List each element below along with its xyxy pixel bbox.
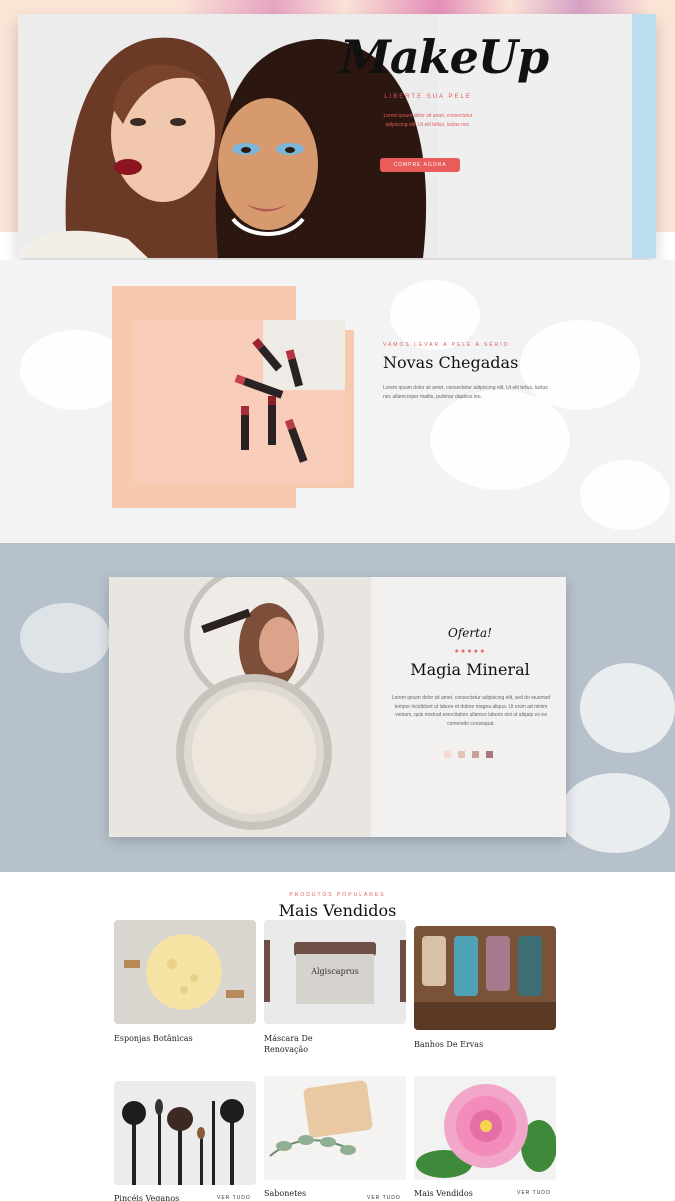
hero-logo: MakeUp xyxy=(340,30,549,84)
new-arrivals-eyebrow: VAMOS LEVAR A PELE A SÉRIO xyxy=(383,342,510,348)
product-image-soap[interactable] xyxy=(264,1076,406,1180)
shade-swatches xyxy=(444,751,493,758)
product-name[interactable]: Esponjas Botânicas xyxy=(114,1033,194,1044)
new-arrivals-title: Novas Chegadas xyxy=(383,353,519,372)
product-image-sponges[interactable] xyxy=(114,920,256,1024)
shade-swatch[interactable] xyxy=(444,751,451,758)
offer-eyebrow: Oferta! xyxy=(448,626,492,640)
product-name[interactable]: Banhos De Ervas xyxy=(414,1039,534,1050)
page: MakeUp LIBERTE SUA PELE Lorem ipsum dolo… xyxy=(0,0,675,1201)
hero-flowers-decoration xyxy=(180,0,650,14)
flower-decoration xyxy=(390,280,480,350)
flower-decoration xyxy=(580,460,670,530)
product-image-brushes[interactable] xyxy=(114,1081,256,1185)
flower-decoration xyxy=(560,773,670,853)
see-all-link[interactable]: VER TUDO xyxy=(367,1195,401,1201)
hero-tagline: LIBERTE SUA PELE xyxy=(384,94,472,100)
see-all-link[interactable]: VER TUDO xyxy=(217,1195,251,1201)
see-all-link[interactable]: VER TUDO xyxy=(517,1190,551,1196)
new-arrivals-text: Lorem ipsum dolor sit amet, consectetur … xyxy=(383,385,548,400)
product-image-dahlia[interactable] xyxy=(414,1076,556,1180)
shade-swatch[interactable] xyxy=(458,751,465,758)
hero-accent-bar xyxy=(632,14,656,258)
offer-text: Lorem ipsum dolor sit amet, consectetur … xyxy=(391,695,551,727)
hero-text: Lorem ipsum dolor sit amet, consectetur … xyxy=(383,113,473,128)
hero-card xyxy=(18,14,656,258)
flower-decoration xyxy=(430,390,570,490)
rating-stars: ★★★★★ xyxy=(454,649,486,655)
buy-now-button[interactable]: COMPRE AGORA xyxy=(380,158,460,172)
jar-label: Algiscaprus xyxy=(310,967,359,976)
product-name[interactable]: Sabonetes xyxy=(264,1188,344,1199)
lipsticks-photo xyxy=(133,320,345,482)
shade-swatch[interactable] xyxy=(472,751,479,758)
flower-decoration xyxy=(580,663,675,753)
product-image-mask[interactable]: Algiscaprus xyxy=(264,920,406,1024)
product-image-herbs[interactable] xyxy=(414,926,556,1030)
offer-title: Magia Mineral xyxy=(410,660,530,679)
product-name[interactable]: Máscara De Renovação xyxy=(264,1033,344,1055)
best-sellers-title: Mais Vendidos xyxy=(278,901,397,920)
product-name[interactable]: Pincéis Veganos xyxy=(114,1193,194,1201)
best-sellers-eyebrow: PRODUTOS POPULARES xyxy=(289,892,386,898)
shade-swatch[interactable] xyxy=(486,751,493,758)
compact-mirror-photo xyxy=(109,577,371,837)
flower-decoration xyxy=(20,603,110,673)
product-name[interactable]: Mais Vendidos xyxy=(414,1188,494,1199)
